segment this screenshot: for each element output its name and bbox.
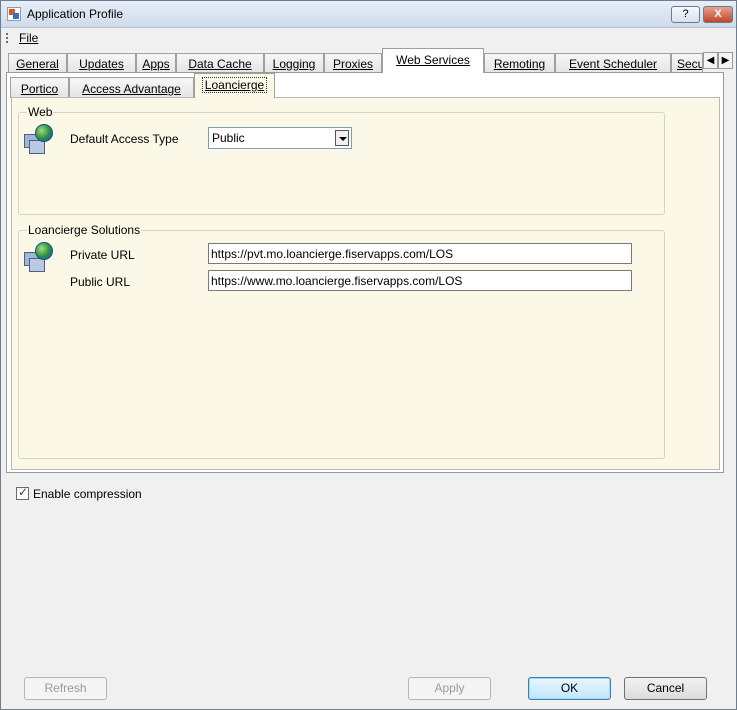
subtab-portico[interactable]: Portico xyxy=(10,77,69,98)
public-url-label: Public URL xyxy=(70,275,131,289)
tab-scroll-arrows: ◀ ▶ xyxy=(703,52,733,70)
main-tab-strip: General Updates Apps Data Cache Logging … xyxy=(6,48,733,73)
enable-compression-label: Enable compression xyxy=(33,487,142,501)
menu-file[interactable]: File xyxy=(19,31,38,45)
public-url-input[interactable]: https://www.mo.loancierge.fiservapps.com… xyxy=(208,270,632,291)
monitor-shape xyxy=(29,258,45,272)
monitor-shape xyxy=(29,140,45,154)
tab-label: General xyxy=(16,57,59,71)
tab-remoting[interactable]: Remoting xyxy=(484,53,555,73)
private-url-label: Private URL xyxy=(70,248,135,262)
tab-updates[interactable]: Updates xyxy=(67,53,136,73)
tab-proxies[interactable]: Proxies xyxy=(324,53,382,73)
apply-button[interactable]: Apply xyxy=(408,677,491,700)
subtab-loancierge[interactable]: Loancierge xyxy=(194,73,275,98)
enable-compression-checkbox[interactable] xyxy=(16,485,29,500)
web-globe-icon xyxy=(22,124,56,156)
sub-tab-strip: Portico Access Advantage Loancierge xyxy=(7,73,723,98)
tab-data-cache[interactable]: Data Cache xyxy=(176,53,264,73)
tab-label: Updates xyxy=(79,57,124,71)
globe-shape xyxy=(35,124,53,142)
default-access-label: Default Access Type xyxy=(70,132,179,146)
tab-scroll-left-icon[interactable]: ◀ xyxy=(703,52,718,69)
chevron-down-icon[interactable] xyxy=(335,130,349,146)
subtab-label: Loancierge xyxy=(201,77,268,93)
loancierge-solutions-group: Loancierge Solutions Private URL https:/… xyxy=(18,223,665,459)
tab-general[interactable]: General xyxy=(8,53,67,73)
menu-grip-icon xyxy=(6,33,8,44)
tab-logging[interactable]: Logging xyxy=(264,53,324,73)
tab-security[interactable]: Secu xyxy=(671,53,703,73)
ok-button[interactable]: OK xyxy=(528,677,611,700)
help-button[interactable]: ? xyxy=(671,6,700,23)
tab-label: Apps xyxy=(142,57,170,71)
tab-event-scheduler[interactable]: Event Scheduler xyxy=(555,53,671,73)
tab-scroll-right-icon[interactable]: ▶ xyxy=(718,52,733,69)
close-button[interactable]: X xyxy=(703,6,733,23)
title-bar[interactable]: Application Profile ? X xyxy=(1,1,736,28)
refresh-button[interactable]: Refresh xyxy=(24,677,107,700)
tab-label: Logging xyxy=(272,57,316,71)
globe-shape xyxy=(35,242,53,260)
web-group: Web Default Access Type Public xyxy=(18,105,665,215)
default-access-value: Public xyxy=(212,131,245,145)
solutions-group-title: Loancierge Solutions xyxy=(27,223,142,237)
tab-label: Remoting xyxy=(493,57,546,71)
tab-label: Web Services xyxy=(396,53,470,67)
app-icon xyxy=(7,7,21,21)
tab-web-services[interactable]: Web Services xyxy=(382,48,484,73)
default-access-select[interactable]: Public xyxy=(208,127,352,149)
tab-label: Data Cache xyxy=(188,57,252,71)
window-title: Application Profile xyxy=(27,7,124,21)
web-services-panel: Portico Access Advantage Loancierge Web … xyxy=(6,72,724,473)
solutions-globe-icon xyxy=(22,242,56,274)
subtab-label: Portico xyxy=(20,82,59,96)
tab-label: Proxies xyxy=(332,57,373,71)
subtab-access-advantage[interactable]: Access Advantage xyxy=(69,77,194,98)
tab-apps[interactable]: Apps xyxy=(136,53,176,73)
application-profile-window: Application Profile ? X File General Upd… xyxy=(0,0,737,710)
web-group-title: Web xyxy=(27,105,54,119)
menu-bar: File xyxy=(1,29,736,48)
menu-file-label: File xyxy=(19,31,39,45)
private-url-input[interactable]: https://pvt.mo.loancierge.fiservapps.com… xyxy=(208,243,632,264)
subtab-label: Access Advantage xyxy=(82,82,181,96)
tab-label: Secu xyxy=(677,57,703,71)
loancierge-panel: Web Default Access Type Public Loancierg… xyxy=(11,97,720,470)
tab-label: Event Scheduler xyxy=(568,57,658,71)
cancel-button[interactable]: Cancel xyxy=(624,677,707,700)
